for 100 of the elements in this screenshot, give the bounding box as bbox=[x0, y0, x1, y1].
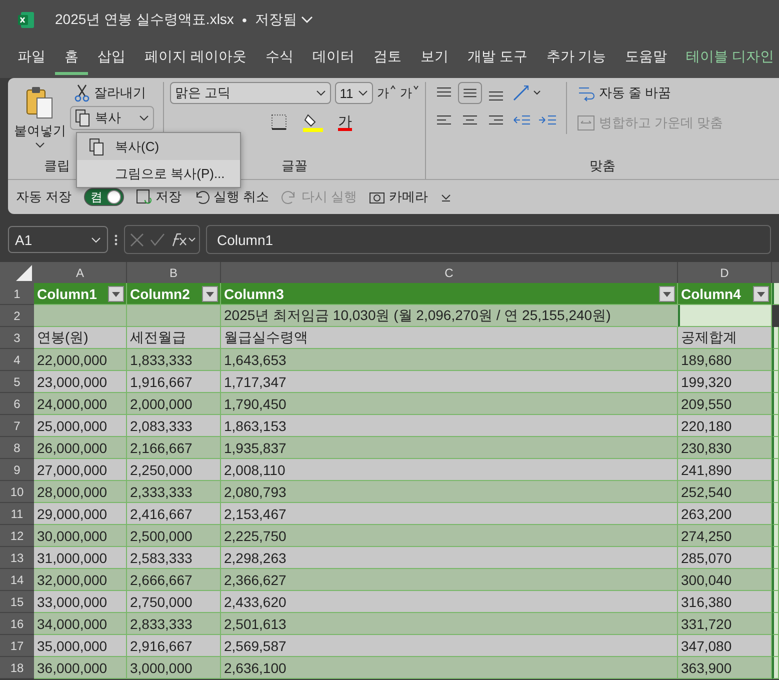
ribbon-tab[interactable]: 홈 bbox=[55, 44, 88, 74]
select-all-icon[interactable] bbox=[14, 265, 32, 281]
ribbon-tab[interactable]: 삽입 bbox=[88, 44, 135, 74]
table-cell: 331,720 bbox=[678, 613, 772, 635]
row-header[interactable]: 7 bbox=[0, 415, 34, 437]
formula-buttons[interactable] bbox=[124, 225, 200, 254]
copy-icon bbox=[75, 109, 91, 127]
table-cell: 285,070 bbox=[678, 547, 772, 569]
table-cell: 274,250 bbox=[678, 525, 772, 547]
save-icon bbox=[136, 189, 152, 205]
row-header[interactable]: 2 bbox=[0, 305, 34, 327]
ribbon-tab[interactable]: 수식 bbox=[256, 44, 303, 74]
row-header[interactable]: 11 bbox=[0, 503, 34, 525]
font-color-button[interactable]: 가 bbox=[338, 114, 352, 130]
wrap-text-button[interactable]: 자동 줄 바꿈 bbox=[573, 82, 728, 104]
fill-color-icon[interactable] bbox=[302, 112, 324, 132]
cut-button[interactable]: 잘라내기 bbox=[70, 82, 154, 104]
autosave-toggle[interactable]: 켬 bbox=[84, 188, 124, 206]
header-label: Column2 bbox=[130, 286, 190, 302]
camera-button[interactable]: 카메라 bbox=[368, 188, 428, 206]
table-cell: 32,000,000 bbox=[34, 569, 127, 591]
ribbon-tab[interactable]: 페이지 레이아웃 bbox=[135, 44, 256, 74]
row-header[interactable]: 9 bbox=[0, 459, 34, 481]
table-cell: 22,000,000 bbox=[34, 349, 127, 371]
ribbon-tab[interactable]: 개발 도구 bbox=[458, 44, 537, 74]
row-header[interactable]: 12 bbox=[0, 525, 34, 547]
row-header[interactable]: 6 bbox=[0, 393, 34, 415]
table-cell: 263,200 bbox=[678, 503, 772, 525]
row-header[interactable]: 17 bbox=[0, 635, 34, 657]
ribbon-tab[interactable]: 파일 bbox=[8, 44, 55, 74]
filter-button[interactable] bbox=[753, 286, 769, 302]
table-cell: 2,153,467 bbox=[221, 503, 678, 525]
table-cell: 35,000,000 bbox=[34, 635, 127, 657]
table-cell: 2,416,667 bbox=[127, 503, 221, 525]
table-cell: 300,040 bbox=[678, 569, 772, 591]
ribbon-tab[interactable]: 테이블 디자인 bbox=[676, 44, 779, 74]
row-header[interactable]: 4 bbox=[0, 349, 34, 371]
row-header[interactable]: 5 bbox=[0, 371, 34, 393]
save-button[interactable]: 저장 bbox=[136, 188, 182, 206]
menu-item[interactable]: 그림으로 복사(P)... bbox=[77, 160, 240, 187]
row-header[interactable]: 1 bbox=[0, 283, 34, 305]
row-header[interactable]: 3 bbox=[0, 327, 34, 349]
autosave-label: 자동 저장 bbox=[16, 188, 72, 206]
row-header[interactable]: 15 bbox=[0, 591, 34, 613]
table-cell: 363,900 bbox=[678, 657, 772, 679]
row-header[interactable]: 16 bbox=[0, 613, 34, 635]
table-cell: 2,750,000 bbox=[127, 591, 221, 613]
copy-button[interactable]: 복사 bbox=[70, 106, 154, 130]
row-header[interactable]: 13 bbox=[0, 547, 34, 569]
table-cell: 2,916,667 bbox=[127, 635, 221, 657]
redo-icon bbox=[281, 189, 298, 205]
name-box[interactable]: A1 bbox=[8, 226, 108, 253]
table-cell: 1,643,653 bbox=[221, 349, 678, 371]
increase-font-button[interactable]: 가 bbox=[377, 84, 396, 102]
ribbon-tab[interactable]: 도움말 bbox=[616, 44, 677, 74]
font-name-dropdown[interactable]: 맑은 고딕 bbox=[170, 82, 331, 104]
table-cell: 2,666,667 bbox=[127, 569, 221, 591]
menu-item[interactable]: 복사(C) bbox=[77, 133, 240, 160]
undo-button[interactable]: 실행 취소 bbox=[194, 188, 270, 206]
save-status-button[interactable]: 저장됨 bbox=[254, 11, 313, 29]
row-header[interactable]: 8 bbox=[0, 437, 34, 459]
table-cell: 230,830 bbox=[678, 437, 772, 459]
table-cell: 2,569,587 bbox=[221, 635, 678, 657]
table-cell: 세전월급 bbox=[127, 327, 221, 349]
formula-input[interactable]: Column1 bbox=[206, 225, 771, 254]
customize-toolbar-icon[interactable] bbox=[440, 192, 452, 202]
merge-cells-icon bbox=[577, 114, 595, 132]
table-cell: 25,000,000 bbox=[34, 415, 127, 437]
paste-button[interactable]: 붙여넣기 bbox=[14, 82, 66, 152]
chevron-down-icon bbox=[91, 236, 101, 242]
chevron-down-icon bbox=[316, 90, 326, 96]
caret-down-icon bbox=[413, 84, 419, 90]
filter-button[interactable] bbox=[108, 286, 124, 302]
table-cell: 1,717,347 bbox=[221, 371, 678, 393]
ribbon-tab[interactable]: 검토 bbox=[364, 44, 411, 74]
table-cell: 2,298,263 bbox=[221, 547, 678, 569]
align-icon[interactable] bbox=[458, 82, 482, 104]
excel-logo-icon bbox=[17, 11, 35, 29]
more-icon[interactable] bbox=[114, 232, 118, 246]
table-cell: 241,890 bbox=[678, 459, 772, 481]
ribbon-tab[interactable]: 추가 기능 bbox=[536, 44, 616, 74]
group-label: 클립 bbox=[44, 157, 70, 175]
copy-icon bbox=[89, 138, 105, 156]
group-label: 맞춤 bbox=[590, 157, 616, 175]
borders-icon[interactable] bbox=[270, 113, 288, 131]
table-cell: 2025년 최저임금 10,030원 (월 2,096,270원 / 연 25,155,240원) bbox=[221, 305, 678, 327]
ribbon-tab[interactable]: 보기 bbox=[410, 44, 458, 74]
row-header[interactable]: 18 bbox=[0, 657, 34, 679]
row-header[interactable]: 14 bbox=[0, 569, 34, 591]
table-cell: 공제합계 bbox=[678, 327, 772, 349]
filter-button[interactable] bbox=[659, 286, 675, 302]
table-cell: 연봉(원) bbox=[34, 327, 127, 349]
ribbon-tab[interactable]: 데이터 bbox=[302, 44, 364, 74]
decrease-font-button[interactable]: 가 bbox=[400, 84, 419, 102]
table-cell: 27,000,000 bbox=[34, 459, 127, 481]
row-header[interactable]: 10 bbox=[0, 481, 34, 503]
table-cell: 2,333,333 bbox=[127, 481, 221, 503]
header-label: Column1 bbox=[37, 286, 97, 302]
filter-button[interactable] bbox=[202, 286, 218, 302]
font-size-dropdown[interactable]: 11 bbox=[334, 82, 373, 104]
